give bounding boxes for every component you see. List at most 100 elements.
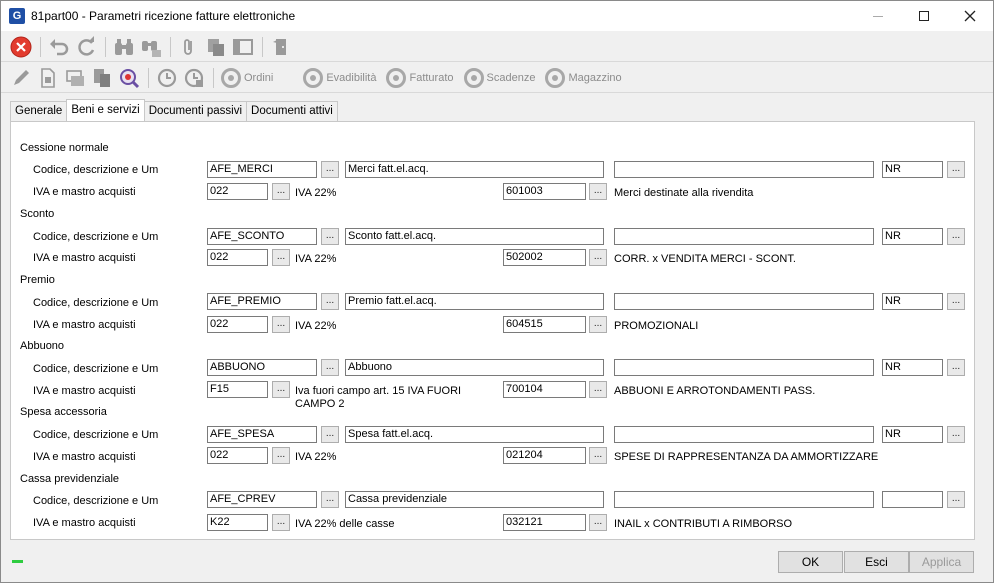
iva-lookup-button[interactable]: ... <box>272 183 290 200</box>
codice-lookup-button[interactable]: ... <box>321 161 339 178</box>
mastro-description: PROMOZIONALI <box>614 320 699 332</box>
mastro-field[interactable]: 604515 <box>503 316 586 333</box>
codice-lookup-button[interactable]: ... <box>321 228 339 245</box>
mastro-field[interactable]: 502002 <box>503 249 586 266</box>
tab-documenti-passivi[interactable]: Documenti passivi <box>143 101 248 121</box>
iva-field[interactable]: K22 <box>207 514 268 531</box>
mastro-description: ABBUONI E ARROTONDAMENTI PASS. <box>614 385 816 397</box>
um-lookup-button[interactable]: ... <box>947 359 965 376</box>
codice-field[interactable]: AFE_SPESA <box>207 426 317 443</box>
descrizione-extra-field[interactable] <box>614 293 874 310</box>
evadibilita-button[interactable]: Evadibilità <box>303 67 376 88</box>
duplicate-button[interactable] <box>91 67 113 89</box>
section-title: Sconto <box>20 208 55 220</box>
um-field[interactable]: NR <box>882 293 943 310</box>
undo-button[interactable] <box>48 36 70 58</box>
magazzino-button[interactable]: Magazzino <box>545 67 622 88</box>
codice-field[interactable]: ABBUONO <box>207 359 317 376</box>
um-lookup-button[interactable]: ... <box>947 491 965 508</box>
mastro-field[interactable]: 021204 <box>503 447 586 464</box>
iva-field[interactable]: 022 <box>207 249 268 266</box>
mastro-lookup-button[interactable]: ... <box>589 183 607 200</box>
mastro-field[interactable]: 601003 <box>503 183 586 200</box>
mastro-field[interactable]: 700104 <box>503 381 586 398</box>
scadenze-button[interactable]: Scadenze <box>463 67 535 88</box>
um-field[interactable]: NR <box>882 426 943 443</box>
codice-lookup-button[interactable]: ... <box>321 293 339 310</box>
tab-generale[interactable]: Generale <box>10 101 68 121</box>
mastro-description: Merci destinate alla rivendita <box>614 187 754 199</box>
inspect-button[interactable] <box>118 67 140 89</box>
copy-button[interactable] <box>205 36 227 58</box>
um-lookup-button[interactable]: ... <box>947 161 965 178</box>
exit-button[interactable] <box>270 36 292 58</box>
codice-lookup-button[interactable]: ... <box>321 491 339 508</box>
attach-button[interactable] <box>178 36 200 58</box>
maximize-button[interactable] <box>901 1 947 31</box>
mastro-lookup-button[interactable]: ... <box>589 447 607 464</box>
toolbar-separator <box>40 36 41 57</box>
codice-field[interactable]: AFE_PREMIO <box>207 293 317 310</box>
mastro-lookup-button[interactable]: ... <box>589 316 607 333</box>
codice-field[interactable]: AFE_CPREV <box>207 491 317 508</box>
ok-button[interactable]: OK <box>778 551 843 573</box>
mastro-lookup-button[interactable]: ... <box>589 249 607 266</box>
esci-button[interactable]: Esci <box>844 551 909 573</box>
new-document-button[interactable] <box>37 67 59 89</box>
iva-lookup-button[interactable]: ... <box>272 381 290 398</box>
descrizione-extra-field[interactable] <box>614 228 874 245</box>
section-title: Premio <box>20 274 55 286</box>
codice-lookup-button[interactable]: ... <box>321 426 339 443</box>
codice-field[interactable]: AFE_SCONTO <box>207 228 317 245</box>
tab-beni-e-servizi[interactable]: Beni e servizi <box>66 99 145 121</box>
toolbar-separator <box>105 36 106 57</box>
cancel-button[interactable] <box>10 36 32 58</box>
um-field[interactable]: NR <box>882 228 943 245</box>
descrizione-extra-field[interactable] <box>614 359 874 376</box>
iva-lookup-button[interactable]: ... <box>272 316 290 333</box>
history-button[interactable] <box>156 67 178 89</box>
history-reset-button[interactable] <box>183 67 205 89</box>
tab-documenti-attivi[interactable]: Documenti attivi <box>246 101 338 121</box>
applica-button[interactable]: Applica <box>909 551 974 573</box>
mastro-lookup-button[interactable]: ... <box>589 514 607 531</box>
beni-e-servizi-panel: Cessione normale Codice, descrizione e U… <box>10 121 975 540</box>
codice-lookup-button[interactable]: ... <box>321 359 339 376</box>
mastro-lookup-button[interactable]: ... <box>589 381 607 398</box>
iva-lookup-button[interactable]: ... <box>272 514 290 531</box>
layout-button[interactable] <box>232 36 254 58</box>
iva-lookup-button[interactable]: ... <box>272 249 290 266</box>
descrizione-extra-field[interactable] <box>614 426 874 443</box>
descrizione-extra-field[interactable] <box>614 491 874 508</box>
edit-button[interactable] <box>10 67 32 89</box>
minimize-button[interactable] <box>855 1 901 31</box>
iva-field[interactable]: F15 <box>207 381 268 398</box>
list-button[interactable] <box>64 67 86 89</box>
um-lookup-button[interactable]: ... <box>947 228 965 245</box>
scadenze-icon <box>463 67 484 88</box>
descrizione-extra-field[interactable] <box>614 161 874 178</box>
refresh-button[interactable] <box>75 35 97 58</box>
descrizione-field[interactable]: Spesa fatt.el.acq. <box>345 426 604 443</box>
um-field[interactable]: NR <box>882 161 943 178</box>
iva-field[interactable]: 022 <box>207 316 268 333</box>
iva-field[interactable]: 022 <box>207 183 268 200</box>
descrizione-field[interactable]: Sconto fatt.el.acq. <box>345 228 604 245</box>
advanced-search-button[interactable] <box>140 36 162 58</box>
um-field[interactable]: NR <box>882 359 943 376</box>
descrizione-field[interactable]: Cassa previdenziale <box>345 491 604 508</box>
fatturato-button[interactable]: Fatturato <box>386 67 454 88</box>
mastro-field[interactable]: 032121 <box>503 514 586 531</box>
um-field[interactable] <box>882 491 943 508</box>
um-lookup-button[interactable]: ... <box>947 293 965 310</box>
descrizione-field[interactable]: Abbuono <box>345 359 604 376</box>
codice-field[interactable]: AFE_MERCI <box>207 161 317 178</box>
close-window-button[interactable] <box>947 1 993 31</box>
ordini-button[interactable]: Ordini <box>221 67 273 88</box>
search-button[interactable] <box>113 36 135 58</box>
descrizione-field[interactable]: Premio fatt.el.acq. <box>345 293 604 310</box>
iva-field[interactable]: 022 <box>207 447 268 464</box>
um-lookup-button[interactable]: ... <box>947 426 965 443</box>
iva-lookup-button[interactable]: ... <box>272 447 290 464</box>
descrizione-field[interactable]: Merci fatt.el.acq. <box>345 161 604 178</box>
